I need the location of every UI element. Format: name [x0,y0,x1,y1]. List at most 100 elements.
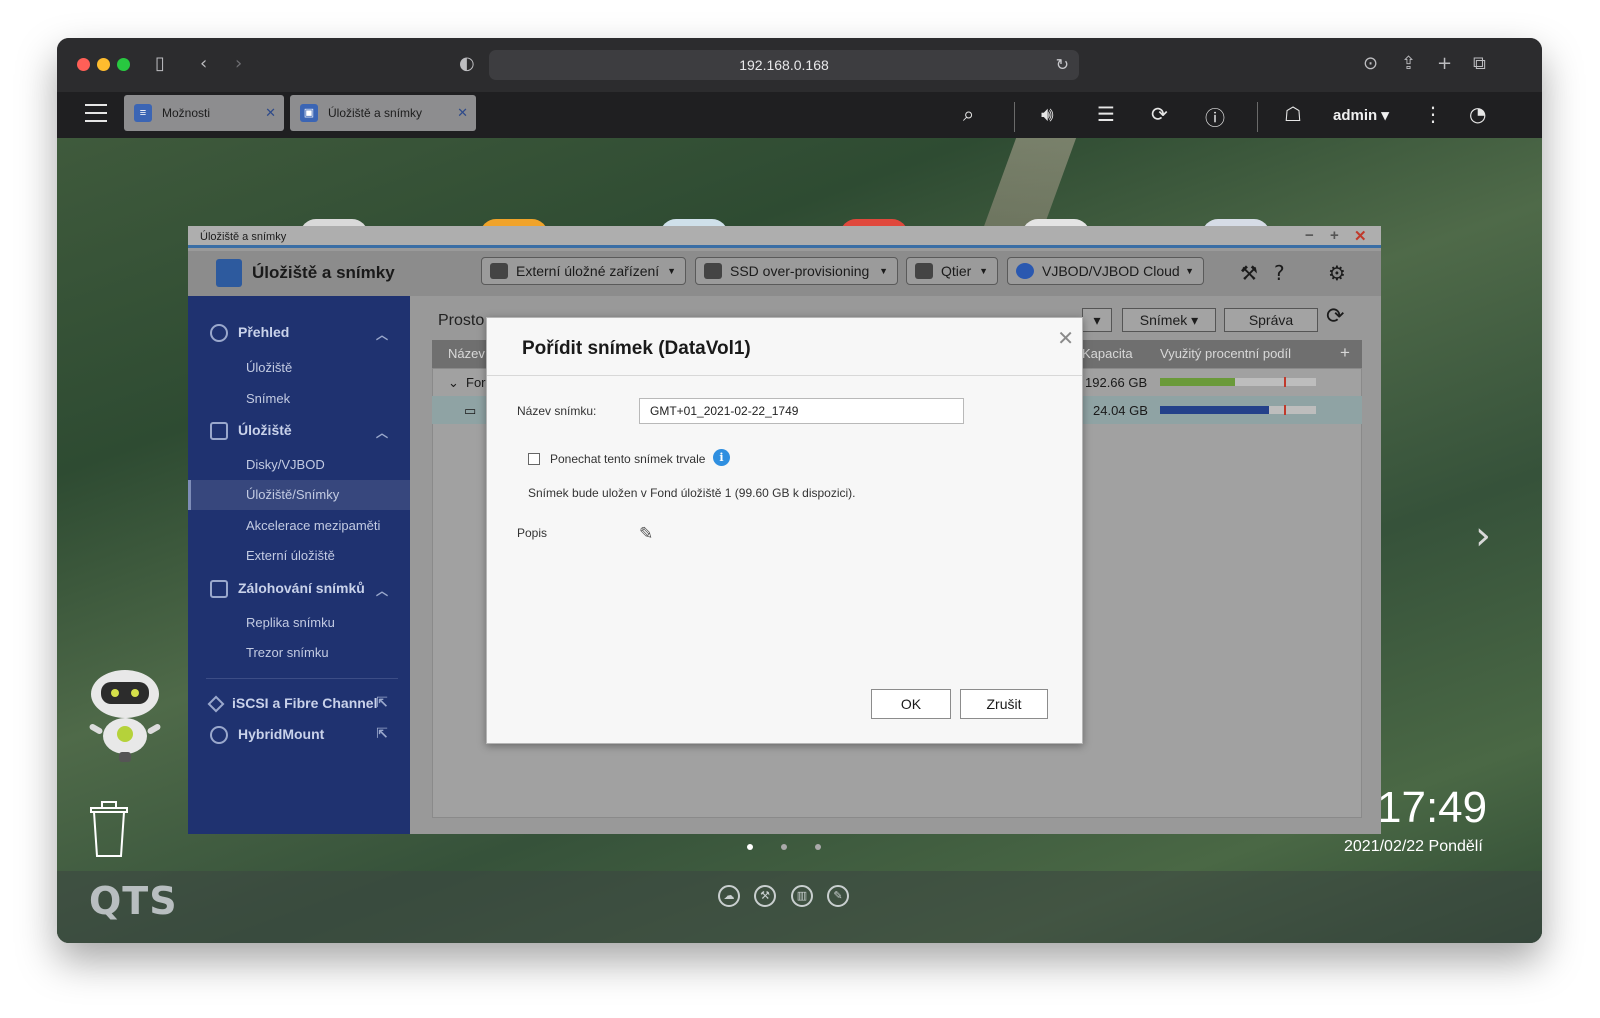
chevron-down-icon: ▼ [667,266,676,276]
sidebar-item-storage-overview[interactable]: Úložiště [246,360,292,375]
camera-icon [210,580,228,599]
minimize-icon[interactable]: − [1305,227,1314,244]
close-tab-icon[interactable]: ✕ [265,105,276,121]
refresh-icon[interactable]: ⟳ [1326,304,1344,329]
dialog-divider [487,375,1082,376]
settings-icon[interactable]: ⚙ [1328,261,1346,285]
info-icon[interactable]: i [713,449,730,466]
speaker-icon[interactable]: 🔊︎ [1041,102,1054,126]
cancel-button[interactable]: Zrušit [960,689,1048,719]
minimize-window-button[interactable] [97,58,110,71]
column-name[interactable]: Název [448,346,485,361]
sidebar-item-snapshot-vault[interactable]: Trezor snímku [246,645,329,660]
sidebar-item-storage-snapshots[interactable]: Úložiště/Snímky [246,487,339,502]
trash-icon[interactable] [89,800,129,858]
sidebar-section-snapshot-backup[interactable]: Zálohování snímků ︿ [210,580,400,599]
privacy-shield-icon[interactable]: ◐ [459,53,475,74]
snapshot-button[interactable]: Snímek ▾ [1122,308,1216,332]
sidebar-item-snapshot-overview[interactable]: Snímek [246,391,290,406]
more-icon[interactable]: ⋮ [1423,102,1443,126]
tasks-icon[interactable]: ☰ [1097,102,1115,126]
create-dropdown-button[interactable]: ▾ [1082,308,1112,332]
ok-button[interactable]: OK [871,689,951,719]
close-icon[interactable]: ✕ [1057,326,1074,350]
qts-logo: QTS [89,879,178,923]
vjbod-button[interactable]: VJBOD/VJBOD Cloud ▼ [1007,257,1204,285]
sidebar-item-disks[interactable]: Disky/VJBOD [246,457,325,472]
app-header: Úložiště a snímky Externí úložné zařízen… [188,251,1381,296]
user-menu[interactable]: admin ▾ [1333,106,1389,124]
reload-icon[interactable]: ↻ [1056,55,1069,74]
page-dot[interactable] [747,844,753,850]
page-dot[interactable] [815,844,821,850]
tab-overview-icon[interactable]: ⧉ [1473,53,1486,74]
edit-icon[interactable]: ✎ [639,524,653,544]
sidebar-link-iscsi[interactable]: iSCSI a Fibre Channel ⇱ [207,695,400,713]
row-name: For [466,375,486,390]
manage-button[interactable]: Správa [1224,308,1318,332]
address-bar[interactable]: 192.168.0.168 ↻ [489,50,1079,80]
user-icon[interactable]: ☖ [1284,102,1302,126]
divider [1014,102,1015,132]
sidebar-section-storage[interactable]: Úložiště ︿ [210,422,400,441]
external-storage-button[interactable]: Externí úložné zařízení ▼ [481,257,686,285]
divider [1257,102,1258,132]
usage-bar [1160,405,1316,415]
main-menu-icon[interactable] [85,104,107,122]
cloud-icon[interactable]: ☁ [718,885,740,907]
feedback-icon[interactable]: ✎ [827,885,849,907]
chevron-down-icon: ▼ [979,266,988,276]
close-icon[interactable]: ✕ [1354,227,1367,245]
info-icon[interactable]: ⓘ [1205,102,1225,131]
tools-icon[interactable]: ⚒ [754,885,776,907]
snapshot-name-input[interactable] [639,398,964,424]
qtier-button[interactable]: Qtier ▼ [906,257,998,285]
column-capacity[interactable]: Kapacita [1082,346,1133,361]
browser-toolbar: ▯ ‹ › ◐ 192.168.0.168 ↻ ⊙ ⇪ + ⧉ [57,38,1542,92]
download-icon[interactable]: ⊙ [1363,53,1378,74]
button-label: Externí úložné zařízení [516,263,660,279]
sidebar-item-cache-acceleration[interactable]: Akcelerace mezipaměti [246,518,380,533]
maximize-icon[interactable]: + [1330,227,1339,244]
url-text: 192.168.0.168 [739,57,829,73]
sidebar-section-overview[interactable]: Přehled ︿ [210,324,400,343]
sidebar-item-external-storage[interactable]: Externí úložiště [246,548,335,563]
keep-permanently-label[interactable]: Ponechat tento snímek trvale [550,452,705,466]
sync-icon[interactable]: ⟳ [1151,102,1168,126]
tab-storage[interactable]: ▣ Úložiště a snímky ✕ [290,95,476,131]
threshold-marker [1284,405,1286,415]
diagnostics-icon[interactable]: ⚒ [1240,261,1258,285]
help-icon[interactable]: ? [1274,261,1285,285]
expand-chevron-icon[interactable]: ⌄ [448,375,459,391]
link-label: iSCSI a Fibre Channel [232,695,378,711]
external-link-icon: ⇱ [376,726,388,742]
tab-options[interactable]: ≡ Možnosti ✕ [124,95,284,131]
new-tab-icon[interactable]: + [1437,53,1452,74]
forward-icon[interactable]: › [235,53,242,74]
external-link-icon: ⇱ [376,695,388,711]
dashboard-icon[interactable]: ◔ [1469,102,1486,126]
iscsi-icon [207,695,225,713]
column-usage[interactable]: Využitý procentní podíl [1160,346,1291,361]
qtier-icon [915,263,933,279]
robot-assistant-icon[interactable] [81,666,169,766]
page-dot[interactable] [781,844,787,850]
add-column-icon[interactable]: + [1340,343,1350,363]
sidebar-link-hybridmount[interactable]: HybridMount ⇱ [210,726,400,745]
search-icon[interactable]: ⌕ [963,102,974,126]
back-icon[interactable]: ‹ [200,53,207,74]
storage-info-text: Snímek bude uložen v Fond úložiště 1 (99… [528,486,856,500]
button-label: VJBOD/VJBOD Cloud [1042,263,1180,279]
keep-permanently-checkbox[interactable] [528,453,540,465]
book-icon[interactable]: ▥ [791,885,813,907]
ssd-icon [704,263,722,279]
close-tab-icon[interactable]: ✕ [457,105,468,121]
next-page-icon[interactable]: › [1475,513,1491,559]
zoom-window-button[interactable] [117,58,130,71]
sidebar-toggle-icon[interactable]: ▯ [155,53,165,74]
close-window-button[interactable] [77,58,90,71]
share-icon[interactable]: ⇪ [1401,53,1416,74]
ssd-overprovisioning-button[interactable]: SSD over-provisioning ▼ [695,257,898,285]
volume-icon: ▭ [464,403,477,418]
sidebar-item-snapshot-replica[interactable]: Replika snímku [246,615,335,630]
